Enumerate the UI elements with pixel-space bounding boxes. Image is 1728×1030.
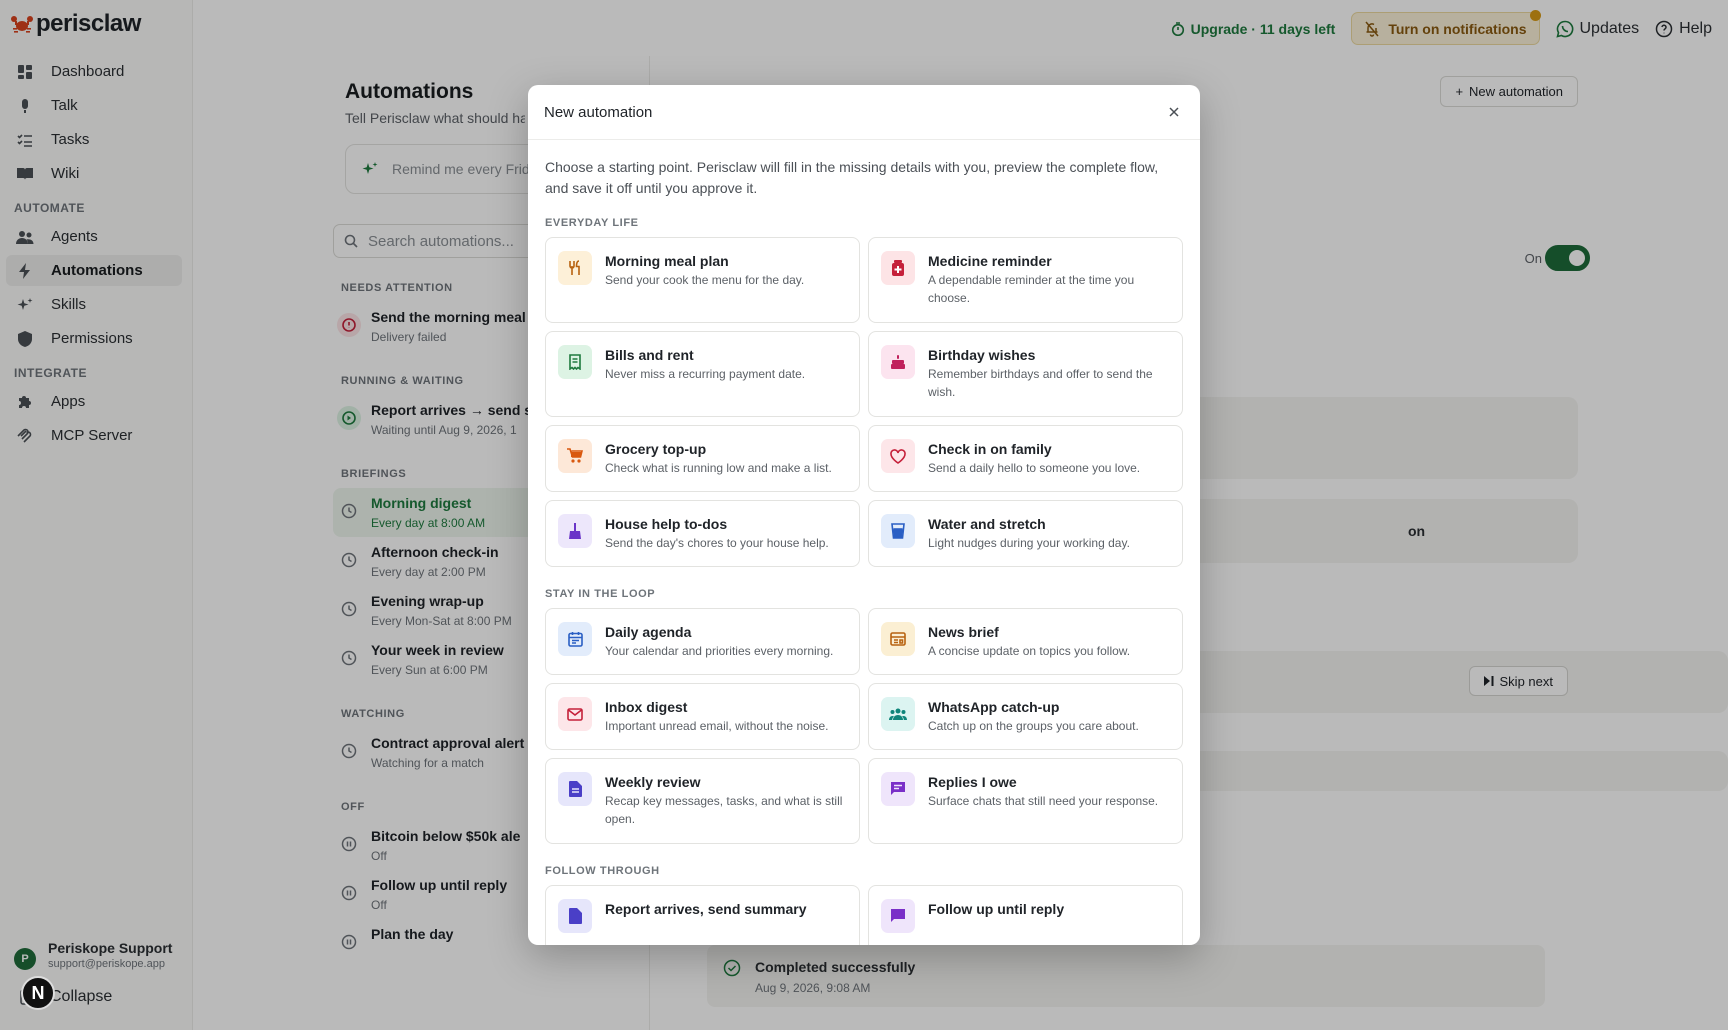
- heart-icon: [881, 439, 915, 473]
- template-title: News brief: [928, 624, 999, 640]
- template-title: Check in on family: [928, 441, 1052, 457]
- template-news-brief[interactable]: News brief A concise update on topics you…: [868, 608, 1183, 675]
- groups-icon: [881, 697, 915, 731]
- template-follow-up-until-reply[interactable]: Follow up until reply: [868, 885, 1183, 945]
- template-morning-meal-plan[interactable]: Morning meal plan Send your cook the menu…: [545, 237, 860, 323]
- template-desc: Important unread email, without the nois…: [605, 719, 829, 733]
- template-title: Grocery top-up: [605, 441, 707, 457]
- mail-icon: [558, 697, 592, 731]
- section-title: FOLLOW THROUGH: [545, 865, 660, 877]
- template-desc: Send your cook the menu for the day.: [605, 273, 805, 287]
- template-desc: Check what is running low and make a lis…: [605, 461, 832, 475]
- document-icon: [558, 899, 592, 933]
- template-grocery-top-up[interactable]: Grocery top-up Check what is running low …: [545, 425, 860, 492]
- template-replies-i-owe[interactable]: Replies I owe Surface chats that still ne…: [868, 758, 1183, 844]
- chat-icon: [881, 772, 915, 806]
- close-icon: [1169, 107, 1179, 117]
- template-house-help-to-dos[interactable]: House help to-dos Send the day's chores t…: [545, 500, 860, 567]
- template-title: House help to-dos: [605, 516, 728, 532]
- document-icon: [558, 772, 592, 806]
- template-title: Report arrives, send summary: [605, 901, 807, 917]
- template-report-arrives-send-summary[interactable]: Report arrives, send summary: [545, 885, 860, 945]
- template-desc: Light nudges during your working day.: [928, 536, 1130, 550]
- broom-icon: [558, 514, 592, 548]
- section-title: EVERYDAY LIFE: [545, 217, 639, 229]
- n-badge[interactable]: N: [21, 976, 55, 1010]
- template-desc: A concise update on topics you follow.: [928, 644, 1131, 658]
- receipt-icon: [558, 345, 592, 379]
- template-title: Replies I owe: [928, 774, 1017, 790]
- template-desc: Catch up on the groups you care about.: [928, 719, 1139, 733]
- modal-intro: Choose a starting point. Perisclaw will …: [545, 159, 1159, 196]
- template-bills-and-rent[interactable]: Bills and rent Never miss a recurring pay…: [545, 331, 860, 417]
- template-weekly-review[interactable]: Weekly review Recap key messages, tasks, …: [545, 758, 860, 844]
- template-desc: Recap key messages, tasks, and what is s…: [605, 794, 843, 826]
- close-button[interactable]: [1164, 102, 1184, 122]
- template-check-in-on-family[interactable]: Check in on family Send a daily hello to …: [868, 425, 1183, 492]
- template-title: Follow up until reply: [928, 901, 1065, 917]
- template-title: Weekly review: [605, 774, 701, 790]
- modal-title: New automation: [544, 103, 653, 121]
- section-title: STAY IN THE LOOP: [545, 588, 656, 600]
- newspaper-icon: [881, 622, 915, 656]
- template-desc: Remember birthdays and offer to send the…: [928, 367, 1153, 399]
- cart-icon: [558, 439, 592, 473]
- template-title: Medicine reminder: [928, 253, 1052, 269]
- cake-icon: [881, 345, 915, 379]
- template-desc: Your calendar and priorities every morni…: [605, 644, 834, 658]
- template-medicine-reminder[interactable]: Medicine reminder A dependable reminder a…: [868, 237, 1183, 323]
- template-inbox-digest[interactable]: Inbox digest Important unread email, with…: [545, 683, 860, 750]
- template-title: Water and stretch: [928, 516, 1046, 532]
- new-automation-modal: New automation Choose a starting point. …: [528, 85, 1200, 945]
- template-water-and-stretch[interactable]: Water and stretch Light nudges during you…: [868, 500, 1183, 567]
- template-title: WhatsApp catch-up: [928, 699, 1060, 715]
- utensils-icon: [558, 251, 592, 285]
- template-title: Morning meal plan: [605, 253, 729, 269]
- template-daily-agenda[interactable]: Daily agenda Your calendar and priorities…: [545, 608, 860, 675]
- water-glass-icon: [881, 514, 915, 548]
- template-desc: A dependable reminder at the time you ch…: [928, 273, 1135, 305]
- chat-icon: [881, 899, 915, 933]
- medicine-icon: [881, 251, 915, 285]
- template-title: Inbox digest: [605, 699, 688, 715]
- template-desc: Send the day's chores to your house help…: [605, 536, 829, 550]
- template-title: Bills and rent: [605, 347, 694, 363]
- template-birthday-wishes[interactable]: Birthday wishes Remember birthdays and of…: [868, 331, 1183, 417]
- template-title: Birthday wishes: [928, 347, 1036, 363]
- calendar-icon: [558, 622, 592, 656]
- template-title: Daily agenda: [605, 624, 692, 640]
- template-desc: Never miss a recurring payment date.: [605, 367, 806, 381]
- template-whatsapp-catch-up[interactable]: WhatsApp catch-up Catch up on the groups …: [868, 683, 1183, 750]
- template-desc: Send a daily hello to someone you love.: [928, 461, 1141, 475]
- template-desc: Surface chats that still need your respo…: [928, 794, 1159, 808]
